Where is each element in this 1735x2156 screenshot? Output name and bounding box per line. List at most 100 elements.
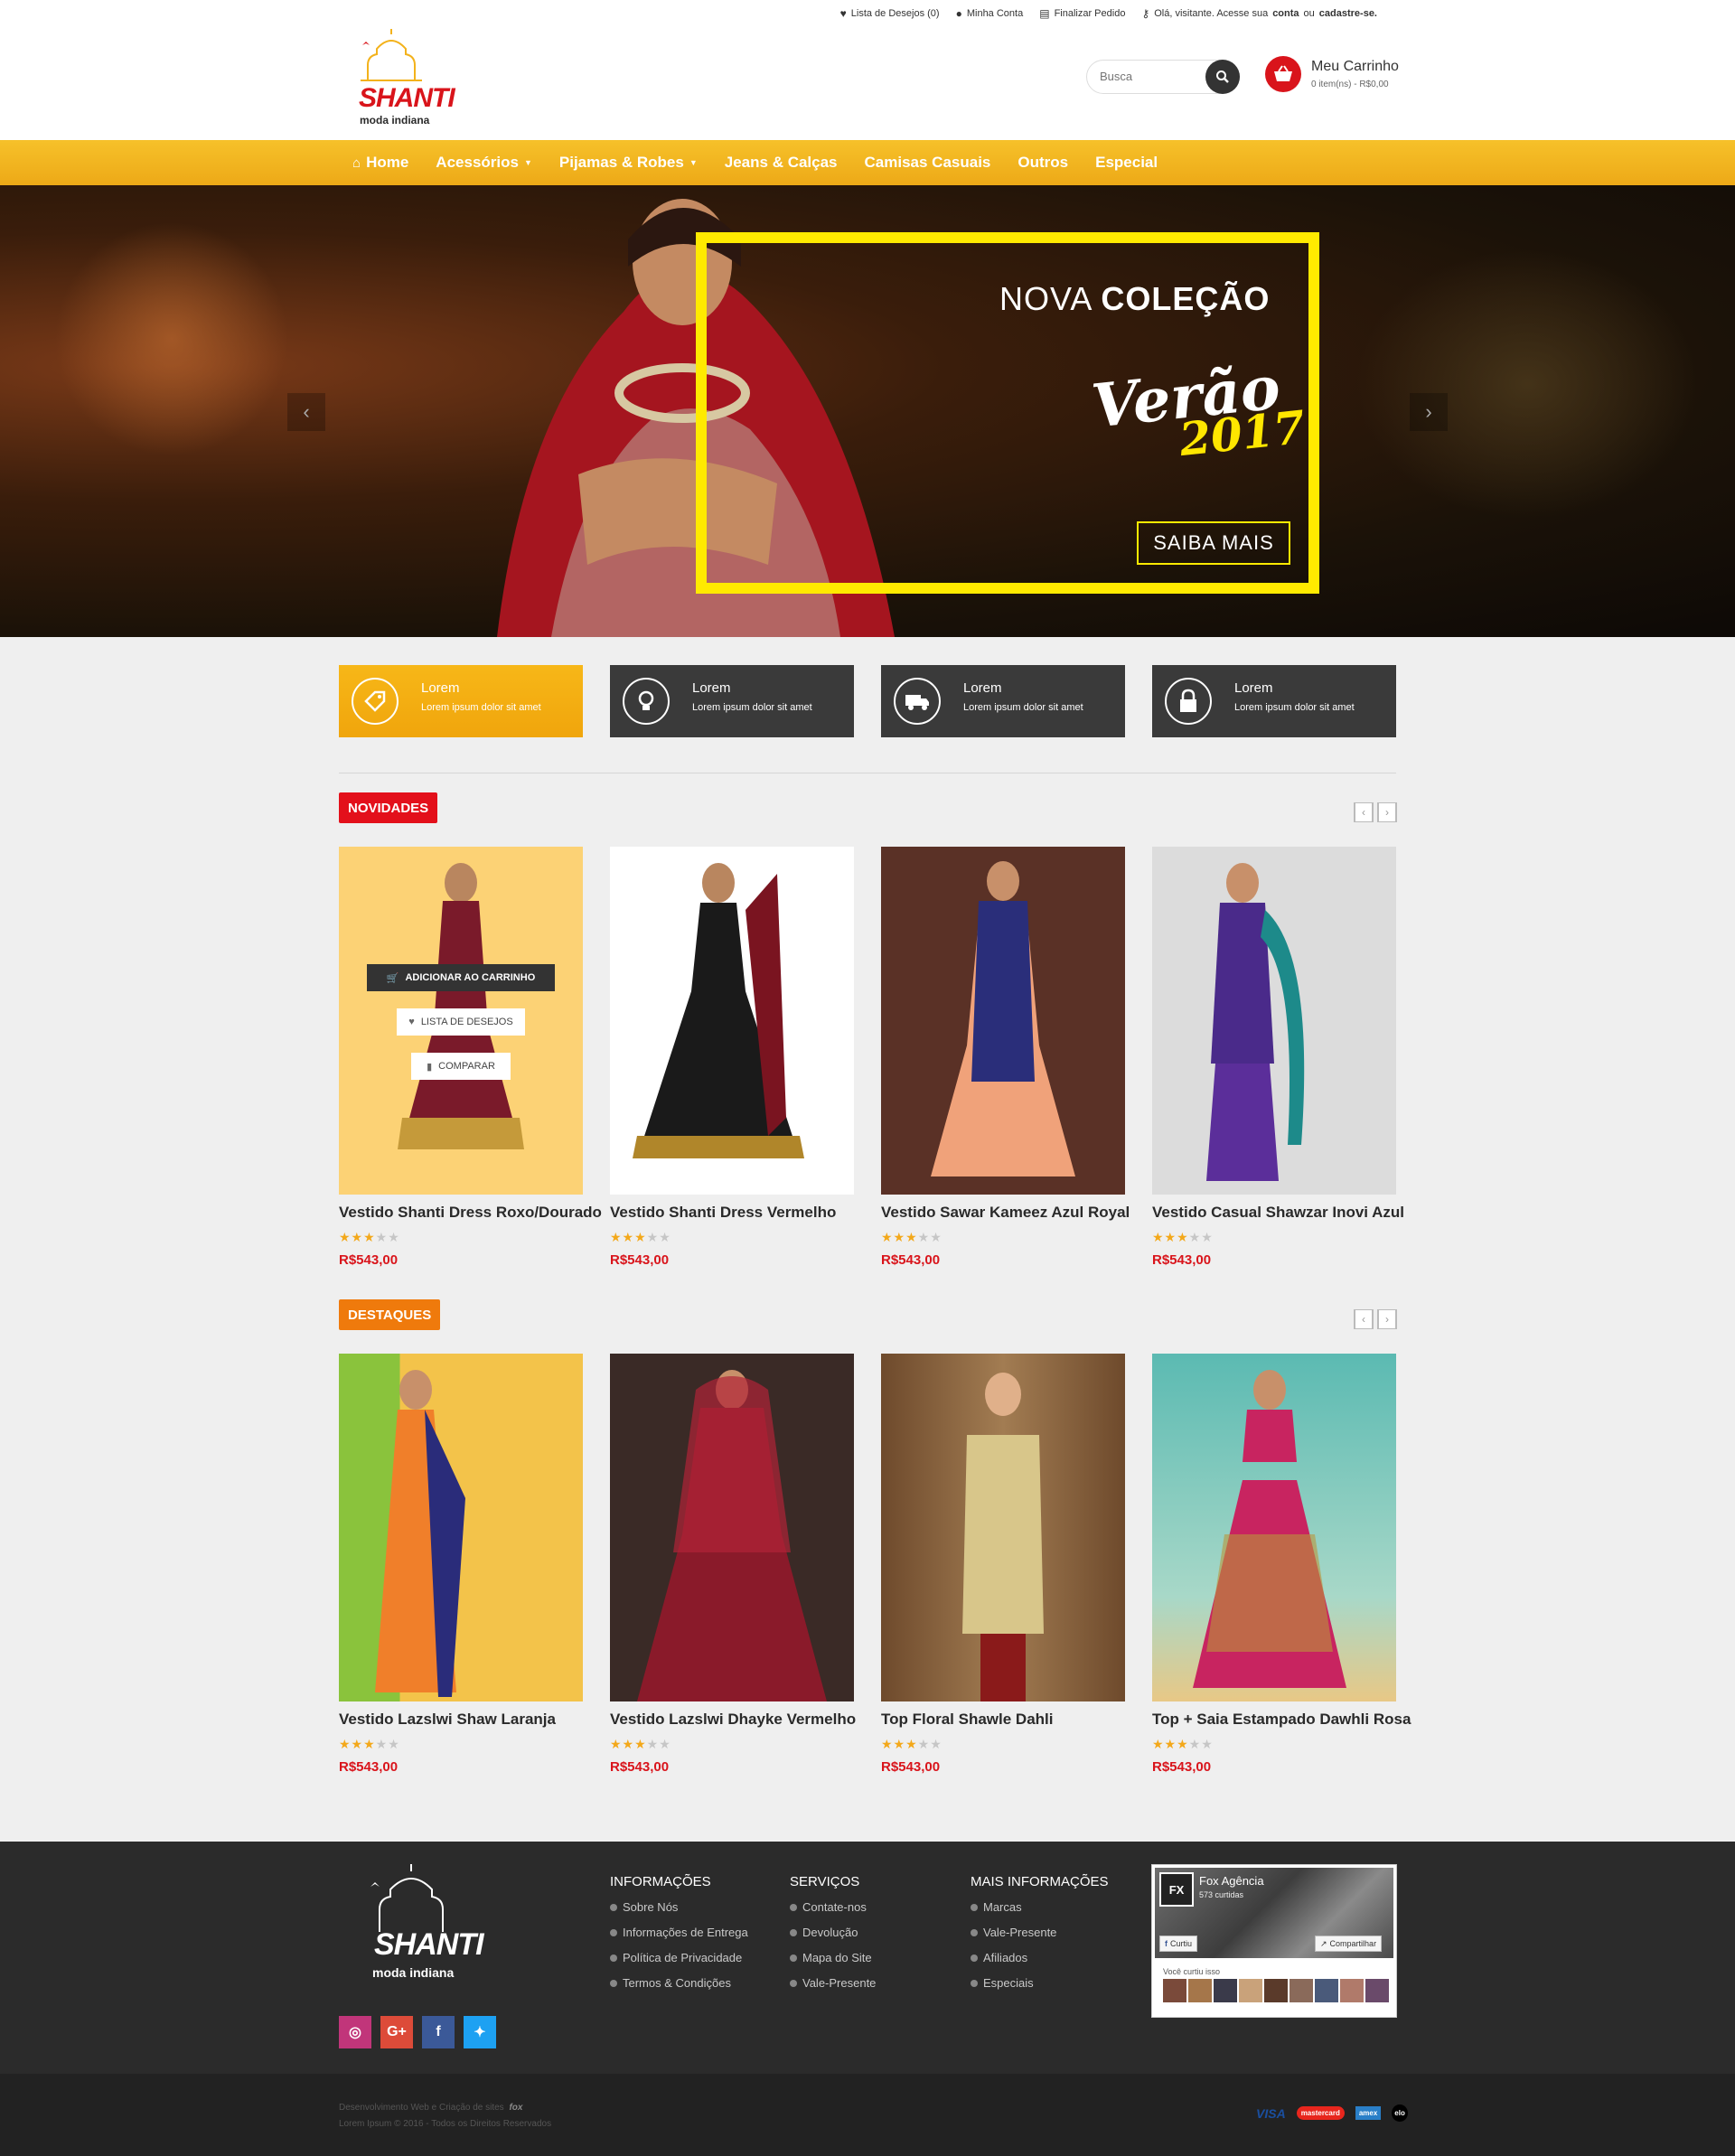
product-card[interactable]: Vestido Shanti Dress Vermelho ★★★★★ R$54… (610, 847, 854, 1268)
hero-cta-button[interactable]: SAIBA MAIS (1137, 521, 1290, 565)
avatar[interactable] (1290, 1979, 1313, 2002)
avatar[interactable] (1315, 1979, 1338, 2002)
product-card[interactable]: Vestido Casual Shawzar Inovi Azul ★★★★★ … (1152, 847, 1404, 1268)
avatar[interactable] (1214, 1979, 1237, 2002)
product-photo (1193, 1370, 1346, 1688)
facebook-share-button[interactable]: ↗ Compartilhar (1315, 1936, 1383, 1952)
footer-link[interactable]: Marcas (971, 1900, 1109, 1914)
facebook-like-button[interactable]: f Curtiu (1159, 1936, 1198, 1952)
chevron-right-icon: › (1378, 802, 1396, 822)
product-rating: ★★★★★ (610, 1230, 671, 1244)
lightbulb-icon (623, 678, 670, 725)
instagram-icon[interactable]: ◎ (339, 2016, 371, 2048)
nav-item-acessorios[interactable]: Acessórios ▼ (436, 154, 532, 172)
product-card[interactable]: Top Floral Shawle Dahli ★★★★★ R$543,00 (881, 1354, 1125, 1775)
mini-cart[interactable]: Meu Carrinho 0 item(ns) - R$0,00 (1265, 56, 1401, 101)
avatar[interactable] (1163, 1979, 1186, 2002)
product-card[interactable]: Top + Saia Estampado Dawhli Rosa ★★★★★ R… (1152, 1354, 1411, 1775)
product-card[interactable]: Vestido Sawar Kameez Azul Royal ★★★★★ R$… (881, 847, 1130, 1268)
carousel-prev-button[interactable]: ‹ (1354, 1309, 1374, 1329)
carousel-next-button[interactable]: › (1377, 1309, 1397, 1329)
product-card[interactable]: 🛒 ADICIONAR AO CARRINHO ♥ LISTA DE DESEJ… (339, 847, 602, 1268)
avatar[interactable] (1239, 1979, 1262, 2002)
product-image[interactable] (1152, 1354, 1396, 1701)
feature-box[interactable]: Lorem Lorem ipsum dolor sit amet (610, 665, 854, 737)
facebook-page-name[interactable]: Fox Agência (1199, 1874, 1264, 1888)
lock-icon (1165, 678, 1212, 725)
slider-next-button[interactable]: › (1410, 393, 1448, 431)
user-icon: ● (955, 7, 962, 20)
cart-title: Meu Carrinho (1311, 59, 1399, 74)
avatar[interactable] (1365, 1979, 1389, 2002)
wishlist-button[interactable]: ♥ LISTA DE DESEJOS (397, 1008, 525, 1036)
product-name[interactable]: Vestido Sawar Kameez Azul Royal (881, 1204, 1130, 1222)
slider-prev-button[interactable]: ‹ (287, 393, 325, 431)
footer-logo[interactable]: SHANTI moda indiana (361, 1864, 484, 2000)
footer-link[interactable]: Vale-Presente (790, 1976, 876, 1990)
nav-item-camisas[interactable]: Camisas Casuais (865, 154, 991, 172)
footer-link[interactable]: Sobre Nós (610, 1900, 748, 1914)
account-link[interactable]: ● Minha Conta (956, 7, 1024, 20)
product-name[interactable]: Vestido Lazslwi Shaw Laranja (339, 1711, 583, 1729)
nav-item-especial[interactable]: Especial (1095, 154, 1158, 172)
feature-box[interactable]: Lorem Lorem ipsum dolor sit amet (339, 665, 583, 737)
footer-link[interactable]: Termos & Condições (610, 1976, 748, 1990)
product-name[interactable]: Vestido Lazslwi Dhayke Vermelho (610, 1711, 856, 1729)
footer-link[interactable]: Contate-nos (790, 1900, 876, 1914)
novidades-product-grid: 🛒 ADICIONAR AO CARRINHO ♥ LISTA DE DESEJ… (339, 847, 1404, 1268)
google-plus-icon[interactable]: G+ (380, 2016, 413, 2048)
product-image[interactable] (881, 847, 1125, 1195)
product-image[interactable] (610, 1354, 854, 1701)
search-button[interactable] (1205, 60, 1240, 94)
feature-box[interactable]: Lorem Lorem ipsum dolor sit amet (1152, 665, 1396, 737)
avatar[interactable] (1340, 1979, 1364, 2002)
search-input[interactable] (1100, 70, 1199, 83)
feature-box[interactable]: Lorem Lorem ipsum dolor sit amet (881, 665, 1125, 737)
nav-item-home[interactable]: ⌂ Home (352, 154, 408, 172)
twitter-icon[interactable]: ✦ (464, 2016, 496, 2048)
shanti-logo[interactable]: SHANTI moda indiana (357, 29, 455, 136)
avatar[interactable] (1188, 1979, 1212, 2002)
facebook-page-widget[interactable]: FX Fox Agência 573 curtidas f Curtiu ↗ C… (1151, 1864, 1397, 2018)
product-image[interactable] (339, 1354, 583, 1701)
product-image[interactable] (1152, 847, 1396, 1195)
compare-button[interactable]: ▮ COMPARAR (411, 1053, 511, 1080)
avatar[interactable] (1264, 1979, 1288, 2002)
product-name[interactable]: Vestido Casual Shawzar Inovi Azul (1152, 1204, 1404, 1222)
search-box (1086, 60, 1240, 94)
footer-link[interactable]: Informações de Entrega (610, 1926, 748, 1939)
facebook-icon[interactable]: f (422, 2016, 455, 2048)
wishlist-link[interactable]: ♥ Lista de Desejos (0) (840, 7, 940, 20)
product-name[interactable]: Top Floral Shawle Dahli (881, 1711, 1125, 1729)
product-card[interactable]: Vestido Lazslwi Shaw Laranja ★★★★★ R$543… (339, 1354, 583, 1775)
feature-title: Lorem (963, 680, 1002, 696)
register-link[interactable]: cadastre-se. (1319, 8, 1377, 19)
add-to-cart-button[interactable]: 🛒 ADICIONAR AO CARRINHO (367, 964, 555, 991)
footer-link[interactable]: Vale-Presente (971, 1926, 1109, 1939)
product-image[interactable]: 🛒 ADICIONAR AO CARRINHO ♥ LISTA DE DESEJ… (339, 847, 583, 1195)
footer-link[interactable]: Mapa do Site (790, 1951, 876, 1964)
nav-item-jeans[interactable]: Jeans & Calças (725, 154, 838, 172)
carousel-next-button[interactable]: › (1377, 802, 1397, 822)
nav-item-pijamas[interactable]: Pijamas & Robes ▼ (559, 154, 698, 172)
nav-item-label: Pijamas & Robes (558, 154, 684, 171)
product-image[interactable] (881, 1354, 1125, 1701)
product-name[interactable]: Top + Saia Estampado Dawhli Rosa (1152, 1711, 1411, 1729)
checkout-link[interactable]: ▤ Finalizar Pedido (1039, 7, 1125, 20)
product-card[interactable]: Vestido Lazslwi Dhayke Vermelho ★★★★★ R$… (610, 1354, 856, 1775)
elo-icon: elo (1392, 2104, 1408, 2122)
fox-logo[interactable]: fox (509, 2103, 522, 2113)
footer-link[interactable]: Especiais (971, 1976, 1109, 1990)
footer-link[interactable]: Devolução (790, 1926, 876, 1939)
product-name[interactable]: Vestido Shanti Dress Vermelho (610, 1204, 854, 1222)
login-link[interactable]: conta (1272, 8, 1299, 19)
chevron-right-icon: › (1378, 1309, 1396, 1329)
nav-item-outros[interactable]: Outros (1018, 154, 1068, 172)
product-image[interactable] (610, 847, 854, 1195)
carousel-prev-button[interactable]: ‹ (1354, 802, 1374, 822)
product-name[interactable]: Vestido Shanti Dress Roxo/Dourado (339, 1204, 602, 1222)
footer-link[interactable]: Afiliados (971, 1951, 1109, 1964)
footer-link[interactable]: Política de Privacidade (610, 1951, 748, 1964)
product-photo (1206, 863, 1305, 1181)
mastercard-icon: mastercard (1296, 2106, 1345, 2120)
